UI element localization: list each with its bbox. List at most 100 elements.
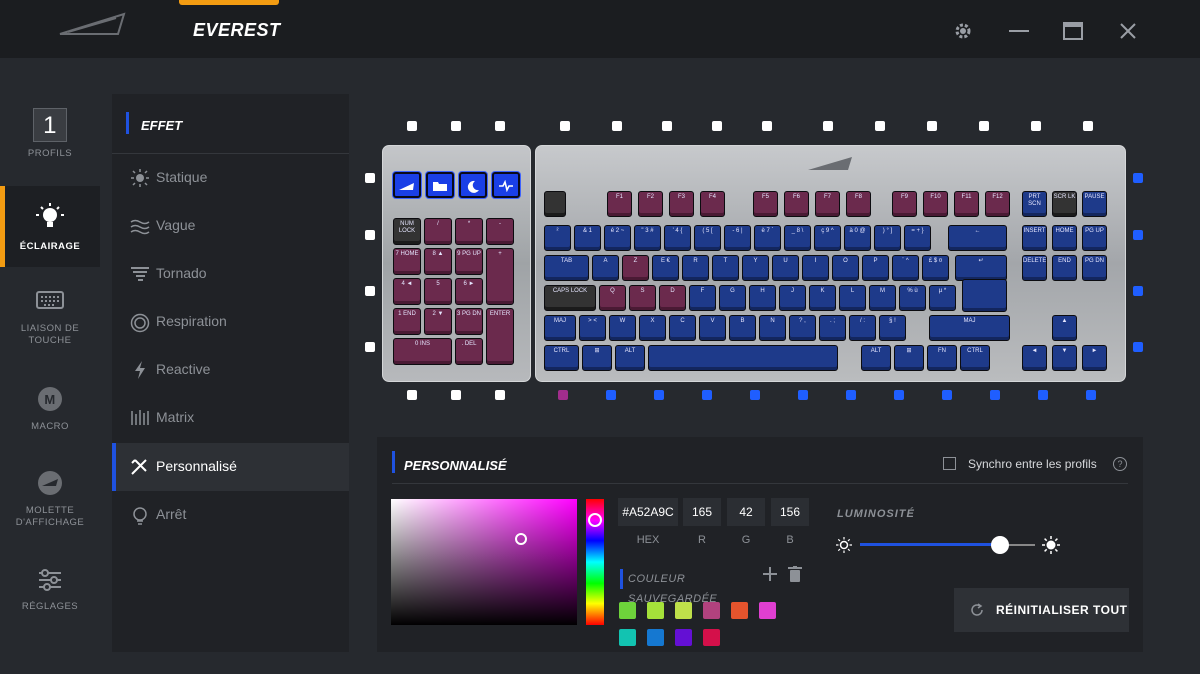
zone-selector[interactable] [560, 121, 570, 131]
numpad-key[interactable]: 0 INS [393, 338, 452, 365]
media-key-folder-icon[interactable] [426, 172, 454, 198]
keyboard-key[interactable]: ↵ [955, 255, 1007, 281]
keyboard-key[interactable] [648, 345, 838, 371]
numpad-key[interactable]: NUM LOCK [393, 218, 421, 245]
saved-color-swatch[interactable] [675, 602, 692, 619]
numpad-key[interactable]: + [486, 248, 514, 305]
keyboard-key[interactable]: F1 [607, 191, 632, 217]
add-color-icon[interactable] [762, 566, 778, 587]
minimize-icon[interactable] [1008, 20, 1030, 42]
keyboard-key[interactable]: B [729, 315, 756, 341]
numpad-key[interactable]: 3 PG DN [455, 308, 483, 335]
effect-item-personnalise[interactable]: Personnalisé [112, 443, 349, 491]
keyboard-key[interactable] [544, 191, 566, 217]
keyboard-key[interactable]: F10 [923, 191, 948, 217]
sidebar-item-reglages[interactable]: RÉGLAGES [0, 568, 100, 618]
zone-selector[interactable] [875, 121, 885, 131]
keyboard-key[interactable]: T [712, 255, 739, 281]
zone-selector[interactable] [1086, 390, 1096, 400]
effect-item-statique[interactable]: Statique [112, 154, 349, 202]
luminosity-handle[interactable] [991, 536, 1009, 554]
media-key-moon-icon[interactable] [459, 172, 487, 198]
keyboard-key[interactable]: P [862, 255, 889, 281]
effect-item-matrix[interactable]: Matrix [112, 394, 349, 442]
keyboard-key[interactable]: . ; [819, 315, 846, 341]
keyboard-key[interactable]: F2 [638, 191, 663, 217]
keyboard-key[interactable]: H [749, 285, 776, 311]
keyboard-key[interactable]: ← [948, 225, 1007, 251]
sync-checkbox[interactable] [943, 457, 956, 470]
sidebar-item-liaison[interactable]: LIAISON DE TOUCHE [0, 290, 100, 350]
help-icon[interactable]: ? [1113, 457, 1127, 471]
zone-selector[interactable] [712, 121, 722, 131]
saved-color-swatch[interactable] [647, 602, 664, 619]
keyboard-key[interactable]: F3 [669, 191, 694, 217]
keyboard-key[interactable]: D [659, 285, 686, 311]
numpad-key[interactable]: * [455, 218, 483, 245]
zone-selector[interactable] [942, 390, 952, 400]
keyboard-key[interactable]: é 2 ~ [604, 225, 631, 251]
keyboard-key[interactable]: - 6 | [724, 225, 751, 251]
keyboard-key[interactable]: HOME [1052, 225, 1077, 251]
zone-selector[interactable] [894, 390, 904, 400]
zone-selector[interactable] [365, 286, 375, 296]
zone-selector[interactable] [1133, 230, 1143, 240]
keyboard-key[interactable]: ⊞ [894, 345, 924, 371]
zone-selector[interactable] [407, 121, 417, 131]
color-picker-area[interactable] [391, 499, 577, 625]
numpad-key[interactable]: 2 ▼ [424, 308, 452, 335]
numpad-key[interactable]: 6 ► [455, 278, 483, 305]
zone-selector[interactable] [1133, 342, 1143, 352]
keyboard-key[interactable]: Y [742, 255, 769, 281]
keyboard-key[interactable]: V [699, 315, 726, 341]
keyboard-key[interactable]: F6 [784, 191, 809, 217]
keyboard-key[interactable]: L [839, 285, 866, 311]
keyboard-key[interactable]: F5 [753, 191, 778, 217]
numpad-key[interactable]: - [486, 218, 514, 245]
g-input[interactable]: 42 [727, 498, 765, 526]
media-key-pulse-icon[interactable] [492, 172, 520, 198]
zone-selector[interactable] [798, 390, 808, 400]
zone-selector[interactable] [365, 230, 375, 240]
keyboard-key[interactable]: % ù [899, 285, 926, 311]
keyboard-key[interactable]: F7 [815, 191, 840, 217]
keyboard-key[interactable]: ? , [789, 315, 816, 341]
keyboard-key[interactable]: ALT [615, 345, 645, 371]
keyboard-key[interactable]: ◄ [1022, 345, 1047, 371]
zone-selector[interactable] [927, 121, 937, 131]
keyboard-key[interactable]: ► [1082, 345, 1107, 371]
hue-slider-handle[interactable] [588, 513, 602, 527]
zone-selector[interactable] [606, 390, 616, 400]
r-input[interactable]: 165 [683, 498, 721, 526]
zone-selector[interactable] [990, 390, 1000, 400]
numpad-key[interactable]: 8 ▲ [424, 248, 452, 275]
saved-color-swatch[interactable] [647, 629, 664, 646]
keyboard-key[interactable]: N [759, 315, 786, 341]
reset-all-button[interactable]: RÉINITIALISER TOUT [954, 588, 1129, 632]
saved-color-swatch[interactable] [759, 602, 776, 619]
zone-selector[interactable] [654, 390, 664, 400]
keyboard-key[interactable]: MAJ [929, 315, 1010, 341]
zone-selector[interactable] [495, 390, 505, 400]
saved-color-swatch[interactable] [703, 602, 720, 619]
zone-selector[interactable] [451, 390, 461, 400]
keyboard-key[interactable]: PG DN [1082, 255, 1107, 281]
keyboard-key[interactable]: ⊞ [582, 345, 612, 371]
trash-icon[interactable] [788, 566, 802, 587]
hex-input[interactable]: #A52A9C [618, 498, 678, 526]
numpad-key[interactable]: 1 END [393, 308, 421, 335]
numpad-key[interactable]: 4 ◄ [393, 278, 421, 305]
keyboard-key[interactable]: E € [652, 255, 679, 281]
keyboard-key[interactable]: ( 5 [ [694, 225, 721, 251]
keyboard-key[interactable]: O [832, 255, 859, 281]
keyboard-key[interactable]: Z [622, 255, 649, 281]
keyboard-key[interactable]: £ $ ¤ [922, 255, 949, 281]
effect-item-tornado[interactable]: Tornado [112, 250, 349, 298]
keyboard-key[interactable]: INSERT [1022, 225, 1047, 251]
keyboard-key[interactable]: µ * [929, 285, 956, 311]
keyboard-key[interactable]: PG UP [1082, 225, 1107, 251]
saved-color-swatch[interactable] [675, 629, 692, 646]
effect-item-arret[interactable]: Arrêt [112, 491, 349, 539]
keyboard-key[interactable]: Q [599, 285, 626, 311]
numpad-key[interactable]: ENTER [486, 308, 514, 365]
